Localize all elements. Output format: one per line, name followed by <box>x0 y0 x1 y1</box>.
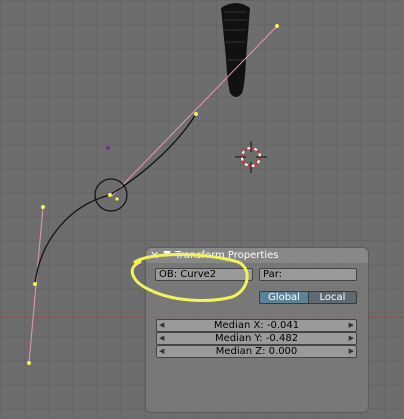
control-point[interactable] <box>33 282 37 286</box>
object-name-field[interactable]: OB: Curve2 <box>155 268 253 281</box>
median-z-field[interactable]: ◀ Median Z: 0.000 ▶ <box>156 345 357 358</box>
local-toggle[interactable]: Local <box>308 291 357 304</box>
control-point[interactable] <box>41 205 45 209</box>
arrow-right-icon[interactable]: ▶ <box>349 320 354 331</box>
median-y-field[interactable]: ◀ Median Y: -0.482 ▶ <box>156 332 357 345</box>
parent-field[interactable]: Par: <box>259 268 357 281</box>
control-point[interactable] <box>194 112 198 116</box>
panel-header[interactable]: ✕ Transform Properties <box>146 248 368 263</box>
control-point[interactable] <box>27 361 31 365</box>
global-toggle[interactable]: Global <box>259 291 309 304</box>
collapse-triangle-icon[interactable] <box>163 251 171 257</box>
object-origin-dot <box>106 146 110 150</box>
median-x-label: Median X: -0.041 <box>213 320 300 331</box>
median-z-label: Median Z: 0.000 <box>215 346 298 357</box>
median-y-label: Median Y: -0.482 <box>214 333 299 344</box>
control-point[interactable] <box>115 197 119 201</box>
arrow-right-icon[interactable]: ▶ <box>349 346 354 357</box>
median-x-field[interactable]: ◀ Median X: -0.041 ▶ <box>156 319 357 332</box>
arrow-left-icon[interactable]: ◀ <box>159 346 164 357</box>
arrow-left-icon[interactable]: ◀ <box>159 333 164 344</box>
close-icon[interactable]: ✕ <box>150 249 159 262</box>
control-point[interactable] <box>108 193 112 197</box>
arrow-right-icon[interactable]: ▶ <box>349 333 354 344</box>
control-point[interactable] <box>275 24 279 28</box>
transform-properties-panel[interactable]: ✕ Transform Properties OB: Curve2 Par: G… <box>145 247 369 413</box>
arrow-left-icon[interactable]: ◀ <box>159 320 164 331</box>
panel-title: Transform Properties <box>175 250 279 261</box>
